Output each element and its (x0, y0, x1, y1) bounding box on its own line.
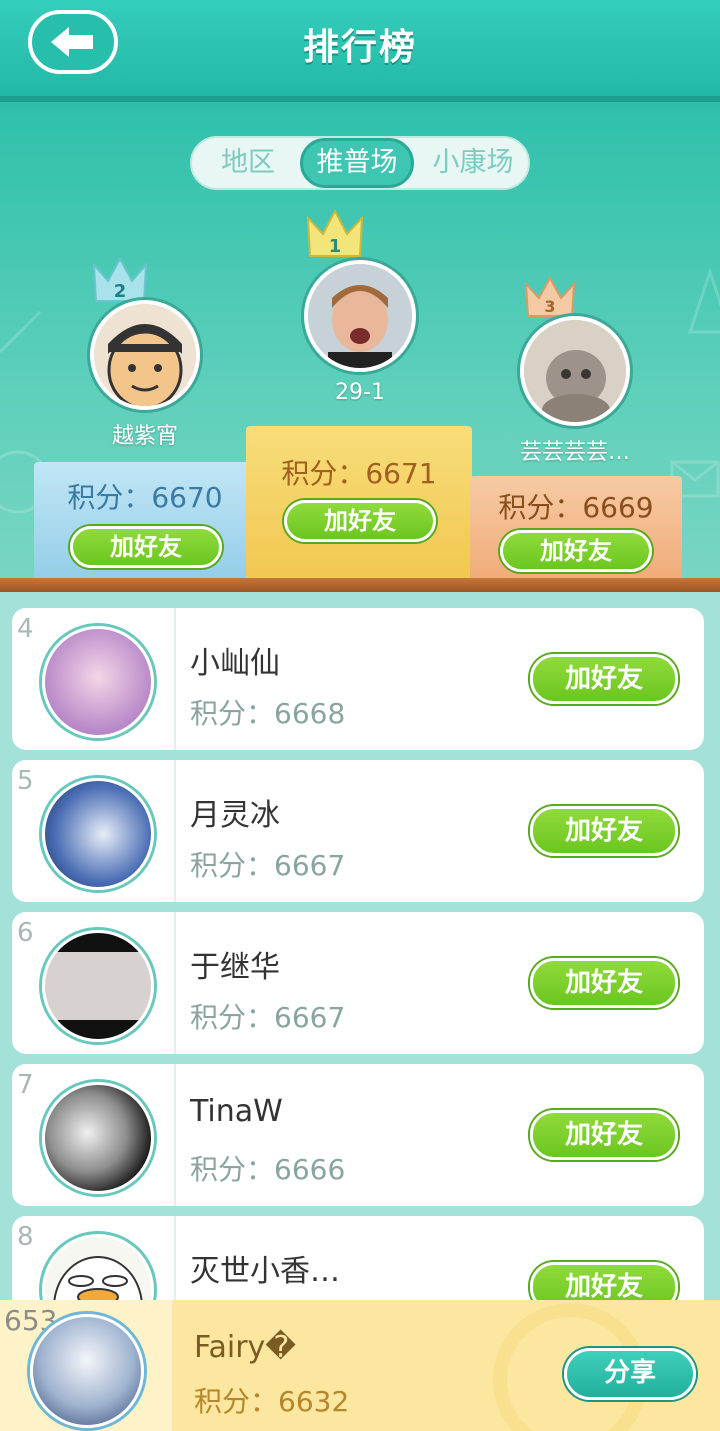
add-friend-button-rank-3[interactable]: 加好友 (500, 530, 652, 572)
cartoon-face-avatar (94, 304, 196, 406)
add-friend-button[interactable]: 加好友 (530, 806, 678, 856)
my-rank-bar: 653 Fairy� 积分：6632 分享 (0, 1300, 720, 1431)
name-rank-2: 越紫宵 (111, 424, 178, 449)
my-score: 积分：6632 (194, 1385, 350, 1418)
add-friend-button[interactable]: 加好友 (530, 958, 678, 1008)
ranking-list[interactable]: 4 小屾仙 积分：6668 加好友 5 月灵冰 积分：6667 加好友 6 于继… (0, 592, 720, 1300)
my-name: Fairy� (194, 1330, 297, 1365)
avatar[interactable] (42, 1234, 154, 1300)
player-name: 小屾仙 (190, 646, 280, 681)
podium-area: 地区 推普场 小康场 2 越紫宵 1 29-1 3 芸芸芸芸… 积分：6670 … (0, 102, 720, 592)
list-item[interactable]: 8 灭世小香… 加好友 (12, 1216, 704, 1300)
photo-avatar-cat (524, 320, 626, 422)
avatar-rank-2[interactable] (90, 300, 200, 410)
add-friend-button[interactable]: 加好友 (530, 1262, 678, 1300)
podium-block-1: 积分：6671 加好友 (246, 426, 472, 582)
photo-avatar-boy (308, 264, 412, 368)
add-friend-button-rank-1[interactable]: 加好友 (284, 500, 436, 542)
svg-text:3: 3 (544, 297, 555, 316)
rank-number: 6 (17, 918, 34, 948)
player-score: 积分：6667 (190, 849, 346, 882)
podium-shelf (0, 578, 720, 592)
tab-region[interactable]: 地区 (198, 138, 298, 188)
player-score: 积分：6668 (190, 697, 346, 730)
crown-3-icon: 3 (524, 275, 576, 317)
player-score: 积分：6666 (190, 1153, 346, 1186)
list-item[interactable]: 5 月灵冰 积分：6667 加好友 (12, 760, 704, 902)
avatar[interactable] (42, 930, 154, 1042)
crown-2-icon: 2 (92, 256, 148, 302)
name-rank-3: 芸芸芸芸… (519, 440, 630, 465)
list-item[interactable]: 6 于继华 积分：6667 加好友 (12, 912, 704, 1054)
tab-tuipu[interactable]: 推普场 (300, 138, 414, 188)
avatar-rank-3[interactable] (520, 316, 630, 426)
rank-number: 7 (17, 1070, 34, 1100)
share-button[interactable]: 分享 (564, 1348, 696, 1400)
scope-tabs: 地区 推普场 小康场 (190, 136, 530, 190)
player-name: 于继华 (190, 950, 280, 985)
rank-number: 4 (17, 614, 34, 644)
podium-block-3: 积分：6669 加好友 (470, 476, 682, 582)
player-score: 积分：6667 (190, 1001, 346, 1034)
podium-block-2: 积分：6670 加好友 (34, 462, 256, 582)
rank-number: 5 (17, 766, 34, 796)
add-friend-button[interactable]: 加好友 (530, 1110, 678, 1160)
player-name: 月灵冰 (190, 798, 280, 833)
avatar[interactable] (42, 778, 154, 890)
player-name: TinaW (190, 1094, 283, 1129)
svg-text:2: 2 (114, 281, 127, 302)
score-rank-3: 积分：6669 (498, 491, 654, 524)
divider (174, 608, 176, 750)
page-title: 排行榜 (302, 27, 417, 68)
add-friend-button[interactable]: 加好友 (530, 654, 678, 704)
header-bar: 排行榜 (0, 0, 720, 102)
avatar-rank-1[interactable] (304, 260, 416, 372)
player-name: 灭世小香… (190, 1254, 340, 1289)
my-avatar[interactable] (30, 1314, 144, 1428)
avatar[interactable] (42, 1082, 154, 1194)
cartoon-duck-avatar (53, 1256, 143, 1300)
svg-text:1: 1 (329, 236, 342, 257)
list-item[interactable]: 4 小屾仙 积分：6668 加好友 (12, 608, 704, 750)
avatar[interactable] (42, 626, 154, 738)
score-rank-2: 积分：6670 (67, 481, 223, 514)
divider (174, 1216, 176, 1300)
divider (174, 760, 176, 902)
list-item[interactable]: 7 TinaW 积分：6666 加好友 (12, 1064, 704, 1206)
rank-number: 8 (17, 1222, 34, 1252)
score-rank-1: 积分：6671 (281, 457, 437, 490)
add-friend-button-rank-2[interactable]: 加好友 (70, 526, 222, 568)
crown-1-icon: 1 (306, 208, 364, 257)
name-rank-1: 29-1 (335, 380, 385, 405)
divider (174, 1064, 176, 1206)
divider (174, 912, 176, 1054)
tab-xiaokang[interactable]: 小康场 (418, 138, 528, 188)
